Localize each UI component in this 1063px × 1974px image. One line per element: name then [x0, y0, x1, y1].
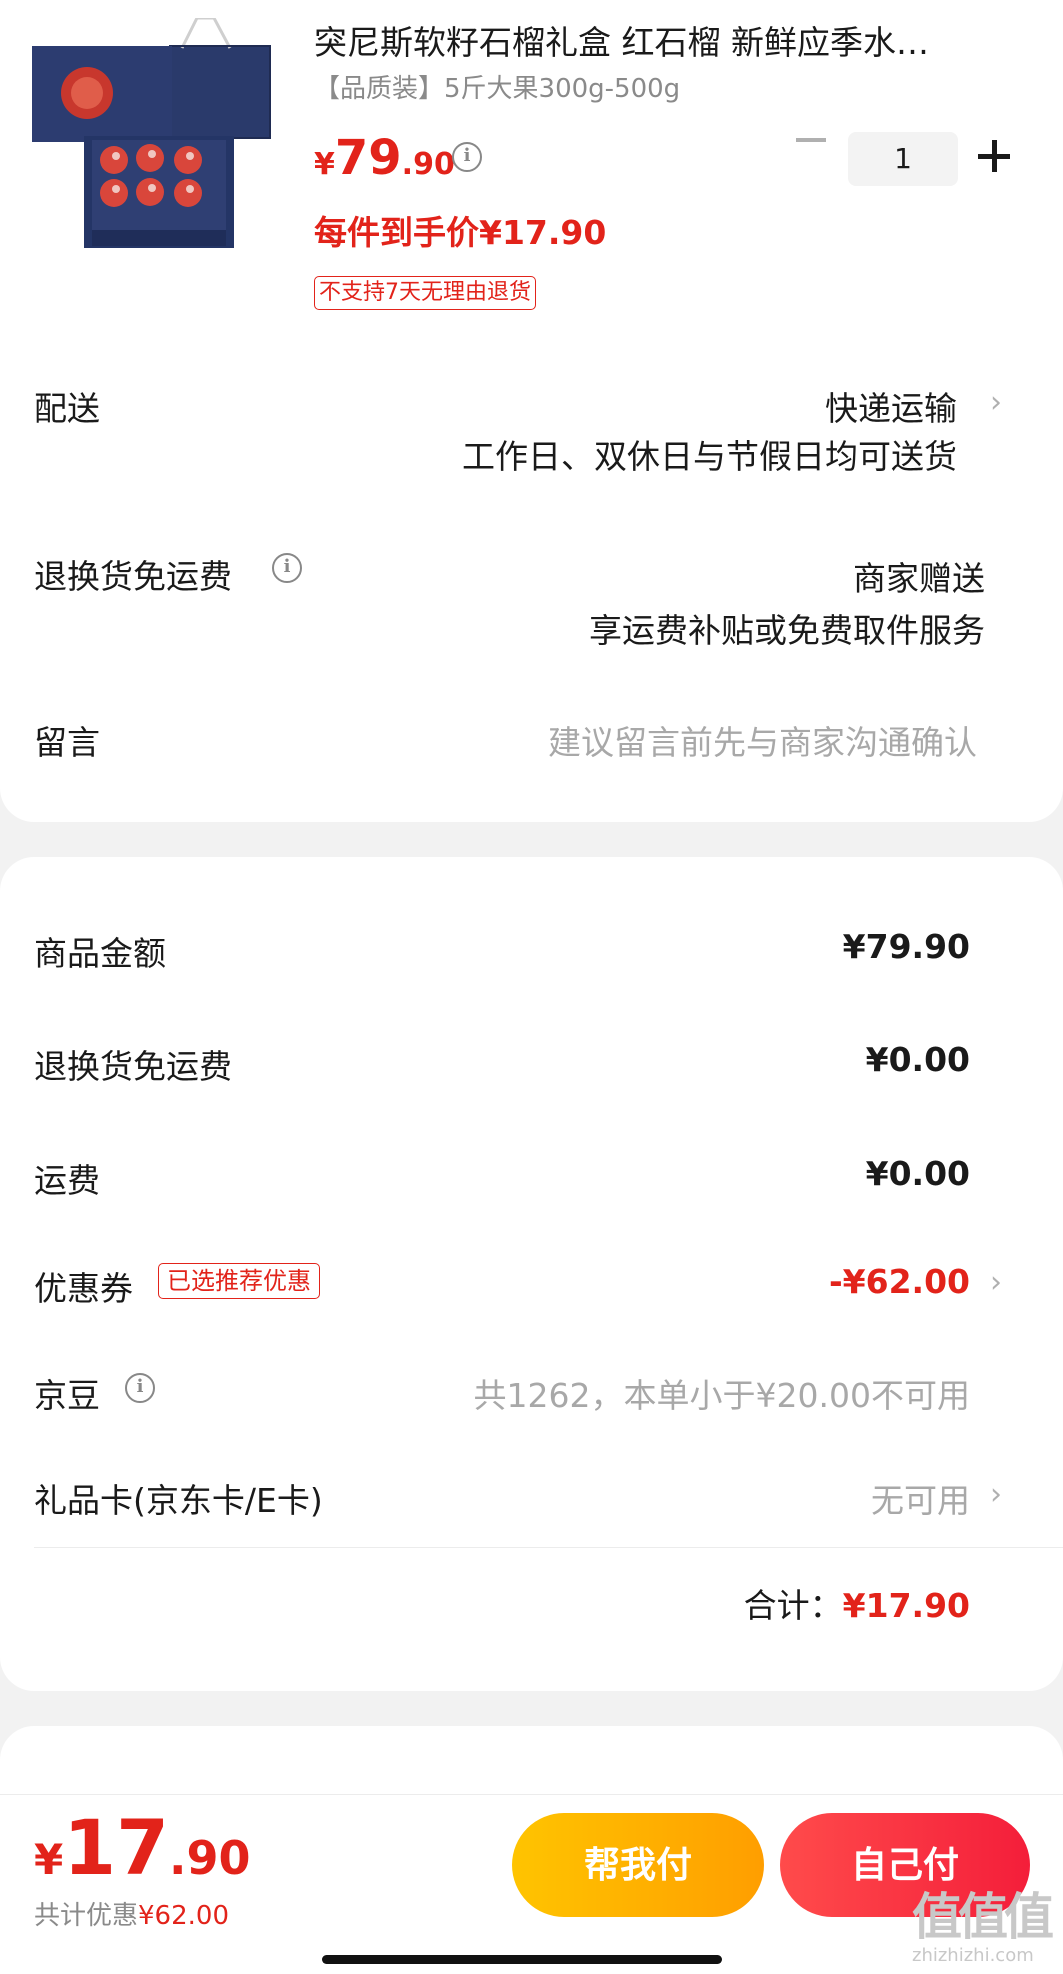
saving-label: 共计优惠: [34, 1901, 139, 1931]
chevron-right-icon: ›: [990, 385, 1002, 420]
price-currency: ¥: [314, 147, 335, 182]
product-spec[interactable]: 【品质装】5斤大果300g-500g: [314, 68, 680, 105]
quantity-input[interactable]: 1: [848, 132, 958, 186]
jingdou-info-icon[interactable]: i: [125, 1373, 155, 1403]
home-indicator[interactable]: [322, 1955, 722, 1964]
return-shipping-note: 享运费补贴或免费取件服务: [589, 611, 985, 650]
quantity-plus-button[interactable]: [978, 140, 1010, 172]
jingdou-label: 京豆: [34, 1376, 100, 1415]
goods-amount-label: 商品金额: [34, 934, 166, 973]
giftcard-label: 礼品卡(京东卡/E卡): [34, 1481, 323, 1520]
price-info-icon[interactable]: i: [452, 142, 482, 172]
total-line: 合计：¥17.90: [744, 1579, 970, 1627]
payable-integer: 17: [63, 1803, 169, 1892]
chevron-right-icon: ›: [990, 1265, 1002, 1300]
coupon-amount: -¥62.00: [828, 1262, 970, 1301]
coupon-recommended-tag: 已选推荐优惠: [158, 1263, 320, 1299]
total-amount: ¥17.90: [842, 1586, 970, 1625]
payable-currency: ¥: [34, 1835, 64, 1884]
price-integer: 79: [334, 130, 402, 186]
return-policy-tag: 不支持7天无理由退货: [314, 276, 536, 310]
giftcard-value: 无可用: [871, 1481, 970, 1520]
return-info-icon[interactable]: i: [272, 553, 302, 583]
return-fee-amount: ¥0.00: [865, 1040, 970, 1079]
return-shipping-label: 退换货免运费: [34, 557, 232, 596]
total-saving: 共计优惠¥62.00: [34, 1895, 229, 1932]
summary-divider: [34, 1547, 1063, 1548]
watermark-url: zhizhizhi.com: [912, 1945, 1034, 1966]
unit-price: 每件到手价¥17.90: [314, 213, 607, 252]
payable-decimal: .90: [169, 1831, 251, 1885]
price-summary-card: 商品金额 ¥79.90 退换货免运费 ¥0.00 运费 ¥0.00 优惠券 已选…: [0, 857, 1063, 1691]
shipping-method: 快递运输: [825, 389, 957, 428]
chevron-right-icon: ›: [990, 1477, 1002, 1512]
return-fee-label: 退换货免运费: [34, 1047, 232, 1086]
saving-amount: ¥62.00: [138, 1901, 229, 1931]
payable-price: ¥17.90: [34, 1803, 251, 1892]
watermark-logo: 值值值: [912, 1888, 1054, 1946]
shipping-note: 工作日、双休日与节假日均可送货: [462, 437, 957, 476]
price-decimal: .90: [401, 147, 455, 182]
jingdou-note: 共1262，本单小于¥20.00不可用: [473, 1376, 970, 1415]
return-shipping-value: 商家赠送: [853, 559, 985, 598]
total-label: 合计：: [743, 1586, 843, 1625]
message-input[interactable]: 建议留言前先与商家沟通确认: [548, 716, 977, 764]
freight-label: 运费: [34, 1161, 100, 1200]
product-price: ¥79.90: [314, 130, 455, 186]
help-me-pay-button[interactable]: 帮我付: [512, 1813, 764, 1917]
product-title[interactable]: 突尼斯软籽石榴礼盒 红石榴 新鲜应季水…: [314, 16, 994, 64]
product-thumbnail[interactable]: [32, 18, 280, 248]
message-label: 留言: [34, 723, 100, 762]
order-item-card: 突尼斯软籽石榴礼盒 红石榴 新鲜应季水… 【品质装】5斤大果300g-500g …: [0, 0, 1063, 822]
shipping-label: 配送: [34, 389, 100, 428]
checkout-bar: ¥17.90 共计优惠¥62.00 帮我付 自己付 值值值 zhizhizhi.…: [0, 1794, 1063, 1974]
freight-amount: ¥0.00: [865, 1154, 970, 1193]
goods-amount: ¥79.90: [842, 927, 970, 966]
coupon-label: 优惠券: [34, 1269, 133, 1308]
quantity-minus-button[interactable]: [796, 138, 826, 142]
